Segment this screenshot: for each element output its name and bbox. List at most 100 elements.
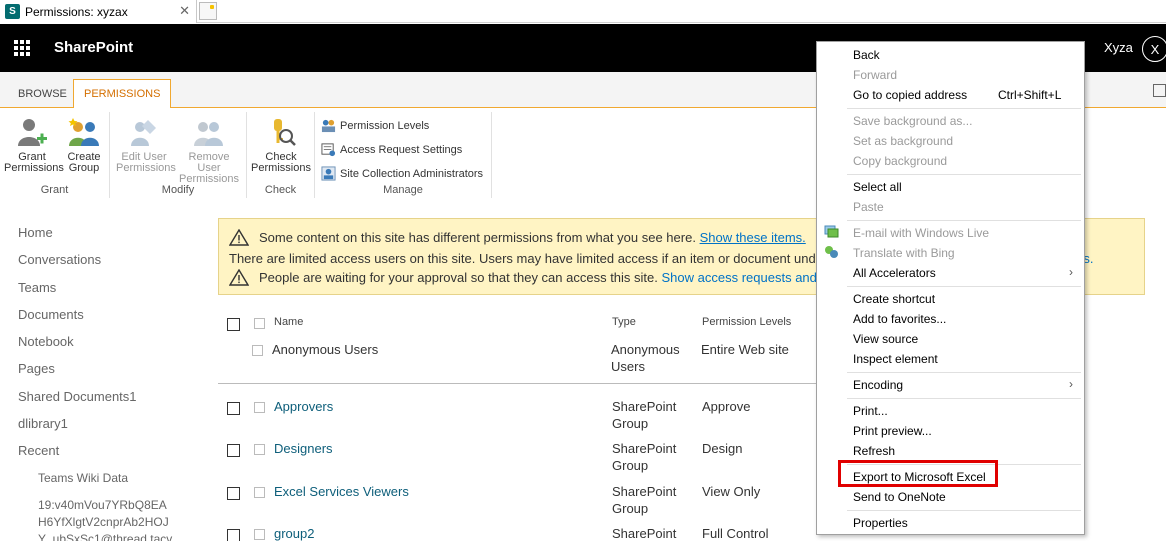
row-divider — [218, 383, 818, 384]
row-permission-level: Full Control — [702, 526, 769, 541]
menu-item-print[interactable]: Print... — [853, 404, 888, 418]
remove-user-permissions-button[interactable]: Remove User Permissions — [176, 116, 242, 185]
user-name[interactable]: Xyza — [1104, 40, 1133, 55]
warning-icon — [229, 269, 249, 286]
menu-item-print-preview[interactable]: Print preview... — [853, 424, 932, 438]
column-header-type[interactable]: Type — [612, 316, 636, 328]
focus-on-content-icon[interactable] — [1153, 84, 1166, 97]
nav-item-conversations[interactable]: Conversations — [18, 252, 101, 267]
menu-separator — [847, 398, 1081, 399]
column-header-permission-levels[interactable]: Permission Levels — [702, 316, 791, 328]
browser-tab-strip: S Permissions: xyzax ✕ — [0, 0, 1166, 23]
tab-permissions[interactable]: PERMISSIONS — [73, 79, 172, 109]
nav-item-documents[interactable]: Documents — [18, 307, 84, 322]
nav-item-shared-documents1[interactable]: Shared Documents1 — [18, 389, 137, 404]
menu-item-view-source[interactable]: View source — [853, 332, 918, 346]
row-type: SharePoint Group — [612, 484, 677, 516]
row-secondary-checkbox[interactable] — [254, 402, 265, 413]
menu-item-send-to-onenote[interactable]: Send to OneNote — [853, 490, 946, 504]
menu-item-add-to-favorites[interactable]: Add to favorites... — [853, 312, 946, 326]
row-permission-level: Approve — [702, 399, 751, 414]
select-all-secondary-checkbox[interactable] — [254, 318, 265, 329]
select-all-checkbox[interactable] — [227, 318, 240, 331]
check-permissions-button[interactable]: Check Permissions — [251, 116, 311, 174]
menu-item-translate-bing[interactable]: Translate with Bing — [853, 246, 955, 260]
column-header-name[interactable]: Name — [274, 316, 303, 328]
ribbon-group-manage: Permission Levels Access Request Setting… — [315, 112, 492, 198]
translate-bing-icon — [825, 246, 838, 258]
row-secondary-checkbox[interactable] — [254, 444, 265, 455]
menu-separator — [847, 174, 1081, 175]
site-collection-administrators-button[interactable]: Site Collection Administrators — [321, 166, 483, 181]
nav-item-teams[interactable]: Teams — [18, 280, 56, 295]
ribbon-group-label-grant: Grant — [40, 184, 69, 196]
row-checkbox[interactable] — [227, 444, 240, 457]
nav-item-recent: Recent — [18, 443, 60, 458]
row-permission-level: Entire Web site — [701, 342, 789, 357]
access-request-settings-button[interactable]: Access Request Settings — [321, 142, 462, 157]
row-type: SharePoint Group — [612, 399, 677, 431]
ribbon-group-modify: Edit User Permissions Remove User Permis… — [110, 112, 247, 198]
nav-item-dlibrary1[interactable]: dlibrary1 — [18, 416, 68, 431]
row-name-link[interactable]: group2 — [274, 525, 314, 541]
nav-item-pages[interactable]: Pages — [18, 361, 55, 376]
nav-item-teams-wiki-data[interactable]: Teams Wiki Data — [38, 470, 128, 487]
remove-user-permissions-icon — [194, 122, 223, 146]
menu-item-all-accelerators[interactable]: All Accelerators — [853, 266, 936, 280]
tab-browse[interactable]: BROWSE — [18, 88, 67, 100]
email-windows-live-icon — [824, 225, 839, 238]
create-group-button[interactable]: Create Group — [62, 116, 106, 174]
menu-item-back[interactable]: Back — [853, 48, 880, 62]
show-access-requests-link[interactable]: Show access requests and in — [662, 270, 831, 285]
menu-item-encoding[interactable]: Encoding — [853, 378, 903, 392]
row-type: SharePoint Group — [612, 441, 677, 473]
nav-item-home[interactable]: Home — [18, 225, 53, 240]
row-name-link[interactable]: Approvers — [274, 398, 333, 415]
row-secondary-checkbox[interactable] — [254, 487, 265, 498]
row-checkbox[interactable] — [227, 487, 240, 500]
menu-item-create-shortcut[interactable]: Create shortcut — [853, 292, 935, 306]
new-tab-button[interactable] — [199, 2, 217, 20]
ribbon-group-check: Check Permissions Check — [247, 112, 315, 198]
menu-item-properties[interactable]: Properties — [853, 516, 908, 530]
avatar[interactable]: X — [1142, 36, 1166, 62]
menu-item-go-to-copied-address[interactable]: Go to copied address — [853, 88, 967, 102]
menu-item-forward[interactable]: Forward — [853, 68, 897, 82]
browser-tab[interactable]: S Permissions: xyzax ✕ — [0, 0, 197, 23]
create-group-icon — [68, 118, 99, 146]
menu-item-save-background[interactable]: Save background as... — [853, 114, 972, 128]
menu-item-set-as-background[interactable]: Set as background — [853, 134, 953, 148]
row-checkbox[interactable] — [227, 529, 240, 541]
row-name: Anonymous Users — [272, 342, 379, 357]
notice-line-limited-access: There are limited access users on this s… — [229, 251, 828, 266]
row-secondary-checkbox[interactable] — [254, 529, 265, 540]
highlight-annotation-box — [838, 460, 998, 487]
row-checkbox[interactable] — [252, 345, 263, 356]
notice-line-different-permissions: Some content on this site has different … — [229, 229, 806, 246]
submenu-arrow-icon: › — [1069, 265, 1073, 279]
row-type: SharePoint — [612, 526, 677, 541]
row-type: Anonymous Users — [611, 342, 680, 374]
warning-icon — [229, 229, 249, 246]
close-tab-icon[interactable]: ✕ — [179, 3, 190, 19]
row-name-link[interactable]: Excel Services Viewers — [274, 483, 409, 500]
menu-item-email-windows-live[interactable]: E-mail with Windows Live — [853, 226, 989, 240]
menu-item-refresh[interactable]: Refresh — [853, 444, 895, 458]
nav-item-thread[interactable]: 19:v40mVou7YRbQ8EA H6YfXlgtV2cnprAb2HOJ … — [38, 497, 172, 541]
row-checkbox[interactable] — [227, 402, 240, 415]
menu-item-select-all[interactable]: Select all — [853, 180, 902, 194]
menu-item-paste[interactable]: Paste — [853, 200, 884, 214]
menu-item-inspect-element[interactable]: Inspect element — [853, 352, 938, 366]
brand-title[interactable]: SharePoint — [54, 39, 133, 56]
show-these-items-link[interactable]: Show these items. — [700, 230, 806, 245]
nav-item-notebook[interactable]: Notebook — [18, 334, 74, 349]
permission-levels-button[interactable]: Permission Levels — [321, 118, 429, 133]
row-name-link[interactable]: Designers — [274, 440, 333, 457]
app-launcher-icon[interactable] — [14, 40, 30, 56]
grant-permissions-button[interactable]: Grant Permissions — [4, 116, 64, 174]
edit-user-permissions-button[interactable]: Edit User Permissions — [116, 116, 176, 174]
edit-user-permissions-icon — [131, 120, 156, 146]
ribbon-group-label-check: Check — [264, 184, 297, 196]
menu-separator — [847, 108, 1081, 109]
menu-item-copy-background[interactable]: Copy background — [853, 154, 947, 168]
